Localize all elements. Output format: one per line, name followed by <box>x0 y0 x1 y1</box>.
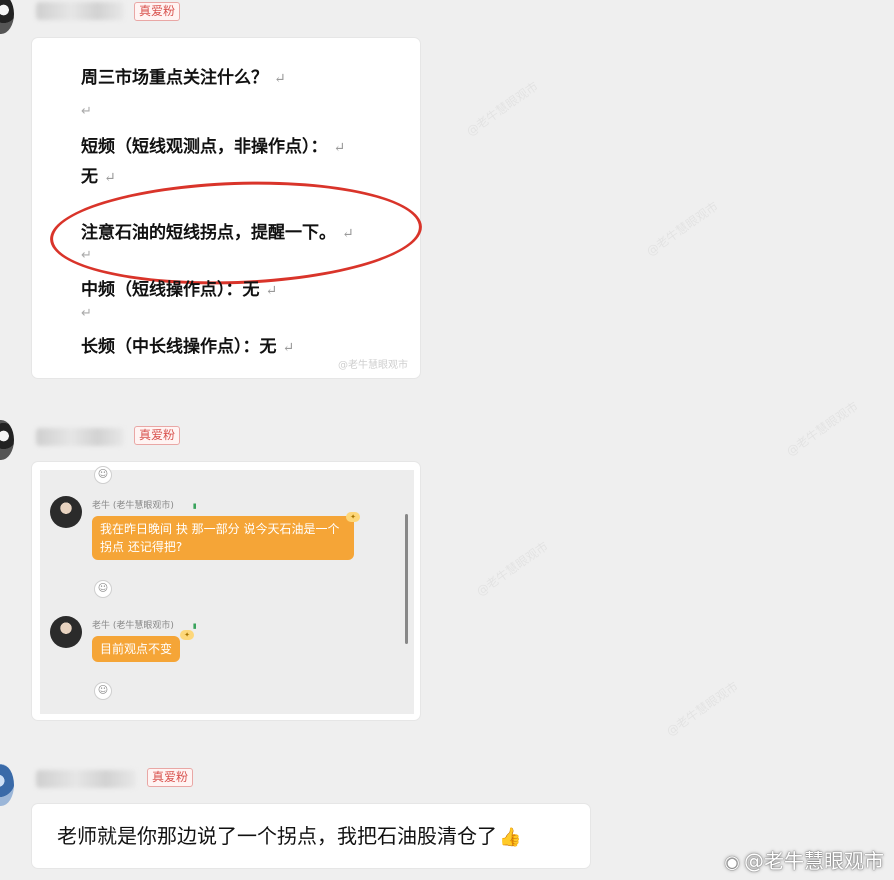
reaction-icon: ☺ <box>94 580 112 598</box>
return-mark: ↵ <box>81 306 92 321</box>
username-blurred <box>36 770 136 788</box>
reply-author: 老牛 (老牛慧眼观市) ▮ <box>92 501 197 511</box>
avatar <box>50 616 82 648</box>
text-message-bubble[interactable]: 老师就是你那边说了一个拐点，我把石油股清仓了 👍 <box>32 804 590 868</box>
sparkle-icon: ✦ <box>346 512 360 522</box>
scrollbar[interactable] <box>405 514 408 644</box>
message-text: 老师就是你那边说了一个拐点，我把石油股清仓了 👍 <box>57 824 522 848</box>
embedded-chat-screenshot: ☺ 老牛 (老牛慧眼观市) ▮ 我在昨日晚间 抉 那一部分 说今天石油是一个拐点 … <box>40 466 414 714</box>
username-blurred <box>36 428 124 446</box>
screenshot-image-card[interactable]: ☺ 老牛 (老牛慧眼观市) ▮ 我在昨日晚间 抉 那一部分 说今天石油是一个拐点 … <box>32 462 420 720</box>
doc-line: 短频（短线观测点，非操作点）： ↵ <box>81 137 346 157</box>
reply-bubble: 目前观点不变 <box>92 636 181 662</box>
username-blurred <box>36 2 124 20</box>
document-image-card[interactable]: 周三市场重点关注什么？ ↵ ↵ 短频（短线观测点，非操作点）： ↵ 无 ↵ 注意石油的… <box>32 38 424 378</box>
thumbs-up-icon: 👍 <box>499 827 522 848</box>
reaction-icon: ☺ <box>94 682 112 700</box>
reply-bubble: 我在昨日晚间 抉 那一部分 说今天石油是一个拐点 还记得把? <box>92 516 354 560</box>
image-watermark: @老牛慧眼观市 <box>338 360 408 371</box>
badge-icon: ▮ <box>192 622 197 630</box>
badge-icon: ▮ <box>192 502 197 510</box>
avatar[interactable] <box>0 764 14 806</box>
background-watermark: @老牛慧眼观市 <box>463 79 541 139</box>
sparkle-icon: ✦ <box>180 630 194 640</box>
return-mark: ↵ <box>81 248 92 263</box>
doc-line: 长频（中长线操作点）：无 ↵ <box>81 337 295 357</box>
avatar[interactable] <box>0 420 14 460</box>
doc-line: 无 ↵ <box>81 167 116 187</box>
avatar[interactable] <box>0 0 14 34</box>
status-badge: 真爱粉 <box>134 426 181 445</box>
background-watermark: @老牛慧眼观市 <box>783 399 861 459</box>
reply-author: 老牛 (老牛慧眼观市) ▮ <box>92 621 197 631</box>
background-watermark: @老牛慧眼观市 <box>643 199 721 259</box>
footer-watermark: ◉ @老牛慧眼观市 <box>724 849 884 873</box>
doc-line: 中频（短线操作点）：无 ↵ <box>81 280 278 300</box>
highlight-circle <box>48 175 424 291</box>
doc-line: 周三市场重点关注什么？ ↵ <box>81 68 286 88</box>
weibo-icon: ◉ <box>724 852 740 873</box>
background-watermark: @老牛慧眼观市 <box>473 539 551 599</box>
return-mark: ↵ <box>81 104 92 119</box>
reaction-icon: ☺ <box>94 466 112 484</box>
background-watermark: @老牛慧眼观市 <box>663 679 741 739</box>
status-badge: 真爱粉 <box>134 2 181 21</box>
avatar <box>50 496 82 528</box>
status-badge: 真爱粉 <box>147 768 194 787</box>
